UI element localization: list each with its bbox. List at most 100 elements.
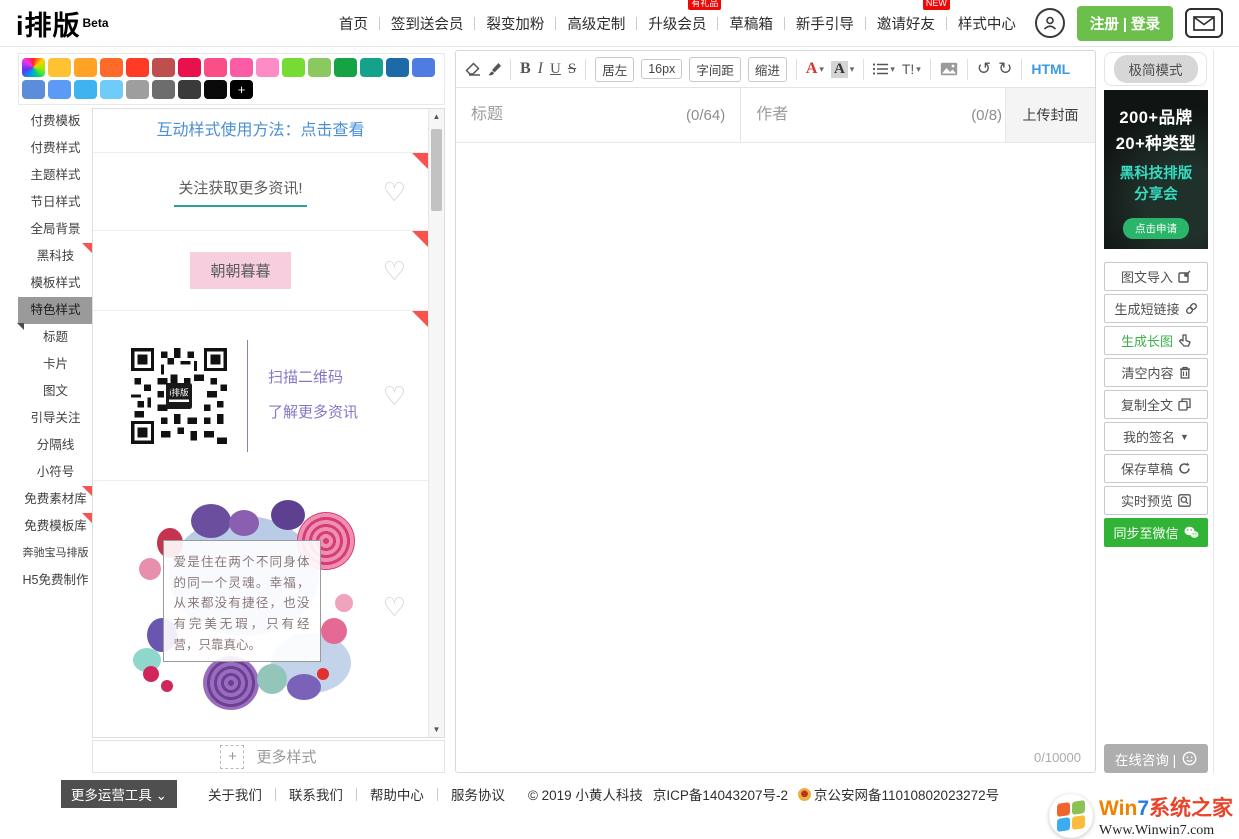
color-swatch[interactable] [282,58,305,77]
login-register-button[interactable]: 注册 | 登录 [1077,6,1173,41]
nav-home[interactable]: 首页 [328,13,379,34]
copy-all-button[interactable]: 复制全文 [1104,390,1208,419]
redo-icon[interactable]: ↻ [998,59,1012,79]
style-card-flower-quote[interactable]: 爱是住在两个不同身体的同一个灵魂。幸福，从来都没有捷径，也没有完美无瑕，只有经营… [93,481,428,733]
color-swatch[interactable] [178,80,201,99]
online-support-button[interactable]: 在线咨询 | [1104,744,1208,773]
nav-style-center[interactable]: 样式中心 [947,13,1027,34]
scrollbar-thumb[interactable] [431,129,442,211]
my-signature-button[interactable]: 我的签名 ▼ [1104,422,1208,451]
nav-fission[interactable]: 裂变加粉 [475,13,555,34]
sidebar-item-featured-styles[interactable]: 特色样式 [18,297,93,324]
upload-cover-button[interactable]: 上传封面 [1005,88,1095,142]
favorite-heart-icon[interactable]: ♡ [383,383,406,409]
color-swatch[interactable] [48,58,71,77]
scroll-up-arrow[interactable]: ▲ [429,112,444,121]
more-tools-button[interactable]: 更多运营工具 ⌄ [61,780,177,808]
footer-about-link[interactable]: 关于我们 [195,784,275,804]
italic-button[interactable]: I [538,60,543,78]
sidebar-item-h5-free[interactable]: H5免费制作 [18,567,93,594]
import-article-button[interactable]: 图文导入 [1104,262,1208,291]
style-card-qrcode[interactable]: i排版 扫描二维码 了解更多资讯 ♡ [93,311,428,481]
color-swatch[interactable] [48,80,71,99]
long-image-button[interactable]: 生成长图 [1104,326,1208,355]
color-swatch[interactable] [74,58,97,77]
nav-custom[interactable]: 高级定制 [556,13,636,34]
user-avatar-icon[interactable] [1035,8,1065,38]
favorite-heart-icon[interactable]: ♡ [383,594,406,620]
html-mode-button[interactable]: HTML [1031,61,1070,77]
add-color-button[interactable]: + [230,80,253,99]
sync-to-wechat-button[interactable]: 同步至微信 [1104,518,1208,547]
sidebar-item-free-templates[interactable]: 免费模板库 [18,513,93,540]
favorite-heart-icon[interactable]: ♡ [383,179,406,205]
color-swatch[interactable] [100,80,123,99]
sidebar-item-symbols[interactable]: 小符号 [18,459,93,486]
sidebar-item-follow-guide[interactable]: 引导关注 [18,405,93,432]
list-button[interactable]: ▾ [873,63,895,75]
clear-content-button[interactable]: 清空内容 [1104,358,1208,387]
sidebar-item-dividers[interactable]: 分隔线 [18,432,93,459]
color-swatch[interactable] [22,80,45,99]
letter-spacing-button[interactable]: 字间距 [689,57,741,82]
sidebar-item-holiday-styles[interactable]: 节日样式 [18,189,93,216]
color-swatch[interactable] [100,58,123,77]
preview-scrollbar[interactable]: ▲ ▼ [428,109,444,737]
sidebar-item-global-background[interactable]: 全局背景 [18,216,93,243]
style-card-pink-label[interactable]: 朝朝暮暮 ♡ [93,231,428,311]
sidebar-item-image-text[interactable]: 图文 [18,378,93,405]
title-input[interactable] [471,106,678,124]
color-swatch[interactable] [74,80,97,99]
color-swatch[interactable] [256,58,279,77]
color-swatch[interactable] [386,58,409,77]
more-styles-button[interactable]: + 更多样式 [92,740,445,773]
sidebar-item-template-styles[interactable]: 模板样式 [18,270,93,297]
line-height-button[interactable]: T!▾ [902,61,921,77]
footer-contact-link[interactable]: 联系我们 [276,784,356,804]
color-swatch[interactable] [204,80,227,99]
font-color-button[interactable]: A▾ [806,60,824,78]
color-swatch[interactable] [126,80,149,99]
color-swatch[interactable] [334,58,357,77]
nav-invite[interactable]: 邀请好友NEW [866,13,946,34]
scroll-down-arrow[interactable]: ▼ [429,725,444,734]
strikethrough-button[interactable]: S [568,61,576,78]
font-size-button[interactable]: 16px [641,59,682,79]
author-input[interactable] [756,106,963,124]
live-preview-button[interactable]: 实时预览 [1104,486,1208,515]
sidebar-item-paid-styles[interactable]: 付费样式 [18,135,93,162]
police-license[interactable]: 京公安网备11010802023272号 [814,784,999,804]
footer-help-link[interactable]: 帮助中心 [357,784,437,804]
footer-terms-link[interactable]: 服务协议 [438,784,518,804]
color-swatch[interactable] [230,58,253,77]
nav-signin-reward[interactable]: 签到送会员 [380,13,475,34]
sidebar-item-theme-styles[interactable]: 主题样式 [18,162,93,189]
color-swatch[interactable] [412,58,435,77]
minimal-mode-button[interactable]: 极简模式 [1114,55,1198,83]
format-brush-icon[interactable] [488,62,501,77]
icp-license[interactable]: 京ICP备14043207号-2 [653,784,788,804]
bold-button[interactable]: B [520,60,531,78]
color-swatch[interactable] [152,80,175,99]
sidebar-item-benz-bmw[interactable]: 奔驰宝马排版 [18,540,93,567]
indent-button[interactable]: 缩进 [748,57,787,82]
multicolor-swatch[interactable] [22,58,45,77]
promo-banner[interactable]: 200+品牌 20+种类型 黑科技排版 分享会 点击申请 [1104,90,1208,249]
insert-image-button[interactable] [940,62,958,76]
sidebar-item-titles[interactable]: 标题 [18,324,93,351]
format-eraser-icon[interactable] [465,62,481,76]
highlight-color-button[interactable]: A▾ [831,61,854,78]
save-draft-button[interactable]: 保存草稿 [1104,454,1208,483]
nav-drafts[interactable]: 草稿箱 [718,13,784,34]
color-swatch[interactable] [360,58,383,77]
undo-icon[interactable]: ↺ [977,59,991,79]
sidebar-item-black-tech[interactable]: 黑科技 [18,243,93,270]
color-swatch[interactable] [204,58,227,77]
editor-body[interactable] [456,144,1095,746]
promo-apply-button[interactable]: 点击申请 [1123,218,1189,239]
color-swatch[interactable] [152,58,175,77]
sidebar-item-free-assets[interactable]: 免费素材库 [18,486,93,513]
interactive-style-help-link[interactable]: 互动样式使用方法：点击查看 [93,109,428,153]
sidebar-item-cards[interactable]: 卡片 [18,351,93,378]
short-link-button[interactable]: 生成短链接 [1104,294,1208,323]
